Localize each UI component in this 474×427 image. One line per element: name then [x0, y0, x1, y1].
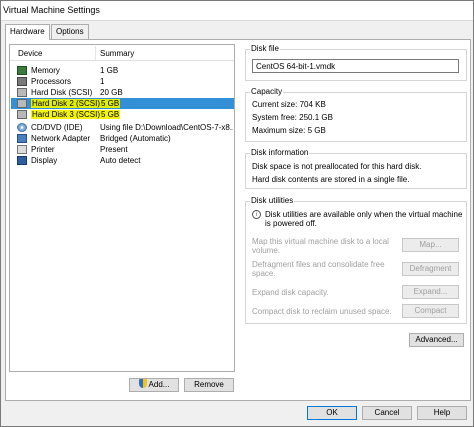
map-button[interactable]: Map...	[402, 238, 459, 252]
summary-label: Bridged (Automatic)	[100, 134, 171, 143]
vm-settings-window: Virtual Machine Settings Hardware Option…	[0, 0, 474, 427]
device-label: Printer	[31, 145, 55, 154]
summary-value: 5 GB	[100, 99, 121, 108]
device-label: Hard Disk (SCSI)	[31, 88, 93, 97]
device-row-display[interactable]: Display Auto detect	[11, 155, 234, 166]
device-row-hard-disk-2[interactable]: Hard Disk 2 (SCSI) 5 GB	[11, 98, 234, 109]
summary-label: 1 GB	[100, 66, 119, 75]
disk-file-path-field[interactable]: CentOS 64-bit-1.vmdk	[252, 59, 459, 73]
summary-label: 20 GB	[100, 88, 123, 97]
map-description-line2: volume.	[252, 246, 281, 255]
device-label: Display	[31, 156, 58, 165]
summary-value: 5 GB	[100, 110, 121, 119]
summary-label: Present	[100, 145, 128, 154]
disk-storage-text: Hard disk contents are stored in a singl…	[252, 175, 410, 184]
display-icon	[17, 156, 27, 165]
column-header-device[interactable]: Device	[18, 49, 42, 58]
compact-button[interactable]: Compact	[402, 304, 459, 318]
device-row-processors[interactable]: Processors 1	[11, 76, 234, 87]
disk-file-title: Disk file	[250, 44, 281, 53]
disk-utilities-title: Disk utilities	[250, 196, 295, 205]
column-header-summary[interactable]: Summary	[100, 49, 134, 58]
map-description-line1: Map this virtual machine disk to a local	[252, 237, 389, 246]
summary-label: Using file D:\Download\CentOS-7-x8...	[100, 123, 233, 132]
network-adapter-icon	[17, 134, 27, 143]
hard-disk-icon	[17, 88, 27, 97]
summary-label: 5 GB	[100, 110, 233, 119]
device-label: Processors	[31, 77, 72, 86]
cd-dvd-icon	[17, 123, 27, 132]
column-separator[interactable]	[95, 46, 96, 60]
cancel-button[interactable]: Cancel	[362, 406, 412, 420]
capacity-title: Capacity	[250, 87, 284, 96]
hard-disk-icon	[17, 99, 27, 108]
title-bar[interactable]: Virtual Machine Settings	[1, 1, 473, 21]
device-label: CD/DVD (IDE)	[31, 123, 83, 132]
disk-preallocation-text: Disk space is not preallocated for this …	[252, 162, 422, 171]
device-row-hard-disk[interactable]: Hard Disk (SCSI) 20 GB	[11, 87, 234, 98]
device-label: Network Adapter	[31, 134, 91, 143]
device-list-header: Device Summary	[10, 45, 234, 61]
processor-icon	[17, 77, 27, 86]
defragment-description-line2: space.	[252, 269, 276, 278]
help-button[interactable]: Help	[417, 406, 467, 420]
device-label: Hard Disk 3 (SCSI)	[31, 110, 102, 119]
device-row-memory[interactable]: Memory 1 GB	[11, 65, 234, 76]
utilities-notice-line2: is powered off.	[265, 219, 317, 228]
expand-button[interactable]: Expand...	[402, 285, 459, 299]
device-row-printer[interactable]: Printer Present	[11, 144, 234, 155]
tab-hardware[interactable]: Hardware	[5, 24, 50, 40]
device-label: Memory	[31, 66, 60, 75]
device-row-network-adapter[interactable]: Network Adapter Bridged (Automatic)	[11, 133, 234, 144]
tab-options[interactable]: Options	[51, 24, 89, 39]
summary-label: Auto detect	[100, 156, 141, 165]
device-list[interactable]: Device Summary Memory 1 GB Processors 1 …	[9, 44, 235, 372]
shield-icon	[138, 379, 147, 388]
disk-information-title: Disk information	[250, 148, 310, 157]
add-hardware-button[interactable]: Add...	[129, 378, 179, 392]
memory-icon	[17, 66, 27, 75]
add-button-label: Add...	[148, 380, 170, 389]
compact-description: Compact disk to reclaim unused space.	[252, 307, 392, 316]
printer-icon	[17, 145, 27, 154]
window-title: Virtual Machine Settings	[3, 5, 100, 15]
advanced-button[interactable]: Advanced...	[409, 333, 464, 347]
defragment-button[interactable]: Defragment	[402, 262, 459, 276]
summary-label: 5 GB	[100, 99, 233, 108]
hard-disk-icon	[17, 110, 27, 119]
expand-description: Expand disk capacity.	[252, 288, 329, 297]
device-label: Hard Disk 2 (SCSI)	[31, 99, 102, 108]
system-free-text: System free: 250.1 GB	[252, 113, 333, 122]
info-icon: i	[252, 210, 261, 219]
device-row-cd-dvd[interactable]: CD/DVD (IDE) Using file D:\Download\Cent…	[11, 122, 234, 133]
utilities-notice-line1: Disk utilities are available only when t…	[265, 210, 463, 219]
maximum-size-text: Maximum size: 5 GB	[252, 126, 326, 135]
summary-label: 1	[100, 77, 105, 86]
device-row-hard-disk-3[interactable]: Hard Disk 3 (SCSI) 5 GB	[11, 109, 234, 120]
defragment-description-line1: Defragment files and consolidate free	[252, 260, 385, 269]
current-size-text: Current size: 704 KB	[252, 100, 326, 109]
remove-hardware-button[interactable]: Remove	[184, 378, 234, 392]
ok-button[interactable]: OK	[307, 406, 357, 420]
